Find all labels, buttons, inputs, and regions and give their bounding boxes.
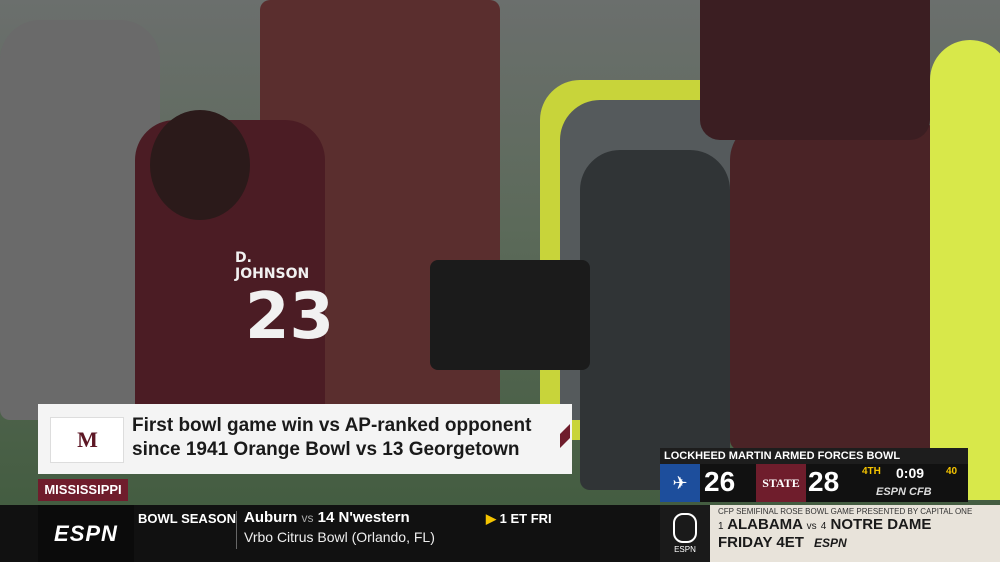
camera (430, 260, 590, 370)
player-background (700, 0, 930, 140)
player-number-23-helmet (150, 110, 250, 220)
slash-decoration-icon (560, 424, 570, 448)
playoff-promo: ESPN CFP SEMIFINAL ROSE BOWL GAME PRESEN… (660, 505, 1000, 562)
stat-line-2: since 1941 Orange Bowl vs 13 Georgetown (132, 439, 520, 460)
espn-logo: ESPN (38, 505, 134, 562)
cfp-trophy-icon (673, 513, 697, 543)
lower-third-stat: M First bowl game win vs AP-ranked oppon… (38, 404, 572, 474)
team-tag: MISSISSIPPI ST (38, 479, 128, 519)
promo-network: ESPN (814, 536, 847, 550)
game-clock: 0:09 (896, 465, 925, 481)
official-yellow-vest (930, 40, 1000, 500)
promo-matchup: 1 ALABAMA vs 4 NOTRE DAME (718, 516, 932, 533)
ticker-game-name: Vrbo Citrus Bowl (Orlando, FL) (244, 529, 435, 545)
promo-day: FRIDAY 4ET ESPN (718, 534, 847, 551)
camera-operator (580, 150, 730, 490)
bottom-ticker: ESPN BOWL SEASON Auburn vs 14 N'western … (0, 505, 1000, 562)
play-arrow-icon: ▶ (486, 511, 496, 526)
ticker-section: BOWL SEASON (138, 511, 236, 526)
ticker-divider (236, 511, 237, 549)
stat-line-1: First bowl game win vs AP-ranked opponen… (132, 415, 532, 436)
person-maroon-hood (730, 120, 950, 450)
scorebug: LOCKHEED MARTIN ARMED FORCES BOWL ✈ 26 S… (660, 448, 968, 502)
jersey-name: D. JOHNSON (235, 250, 310, 282)
jersey-number: 23 (245, 280, 335, 354)
ticker-team1: Auburn (244, 509, 298, 526)
cfp-badge: ESPN (660, 505, 710, 562)
bowl-title: LOCKHEED MARTIN ARMED FORCES BOWL (660, 448, 968, 464)
network-logo: ESPN CFB (876, 486, 932, 498)
team-a-logo-icon: ✈ (660, 464, 700, 502)
play-clock: 40 (946, 466, 958, 477)
stat-text: First bowl game win vs AP-ranked opponen… (132, 414, 532, 462)
promo-sponsor-line: CFP SEMIFINAL ROSE BOWL GAME PRESENTED B… (718, 507, 973, 516)
ticker-team2: 14 N'western (317, 509, 410, 526)
ticker-time: ▶ 1 ET FRI (486, 511, 552, 526)
mississippi-state-logo: M (50, 417, 124, 463)
score-team-b: 28 (808, 466, 840, 497)
team-b-logo: STATE (756, 464, 806, 502)
ticker-matchup: Auburn vs 14 N'western (244, 509, 410, 526)
ticker-vs: vs (301, 511, 314, 525)
quarter: 4TH (862, 466, 881, 477)
score-team-a: 26 (704, 466, 736, 497)
scorebug-body: ✈ 26 STATE 28 4TH 0:09 40 ESPN CFB (660, 464, 968, 502)
